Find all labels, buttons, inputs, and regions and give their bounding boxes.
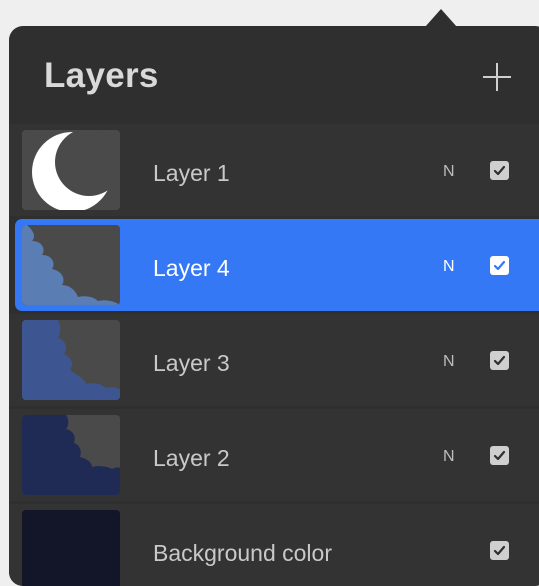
layer-list: Layer 1 N Layer 4 N Layer 3 N Layer 2 N …	[9, 124, 539, 586]
blend-mode-button[interactable]: N	[443, 353, 455, 371]
blend-mode-button[interactable]: N	[443, 163, 455, 181]
cloud-thumbnail-icon	[22, 225, 120, 305]
blend-mode-button[interactable]: N	[443, 258, 455, 276]
cloud-thumbnail-icon	[22, 415, 120, 495]
popover-pointer	[425, 9, 457, 27]
layer-thumbnail[interactable]	[22, 320, 120, 400]
background-color-row[interactable]: Background color	[9, 504, 539, 586]
layer-name: Layer 4	[153, 255, 230, 281]
moon-thumbnail-icon	[22, 130, 120, 210]
cloud-thumbnail-icon	[22, 320, 120, 400]
checkmark-icon	[493, 545, 506, 556]
visibility-checkbox[interactable]	[490, 256, 509, 275]
blend-mode-button[interactable]: N	[443, 448, 455, 466]
plus-icon	[483, 63, 511, 91]
layer-row[interactable]: Layer 1 N	[9, 124, 539, 216]
layer-row[interactable]: Layer 2 N	[9, 409, 539, 501]
visibility-checkbox[interactable]	[490, 446, 509, 465]
layer-name: Layer 1	[153, 160, 230, 186]
layer-row-selected[interactable]: Layer 4 N	[15, 219, 539, 311]
layer-thumbnail[interactable]	[22, 130, 120, 210]
layer-name: Layer 3	[153, 350, 230, 376]
layer-name: Layer 2	[153, 445, 230, 471]
visibility-checkbox[interactable]	[490, 541, 509, 560]
checkmark-icon	[493, 450, 506, 461]
checkmark-icon	[493, 355, 506, 366]
layer-thumbnail[interactable]	[22, 225, 120, 305]
layer-row[interactable]: Layer 3 N	[9, 314, 539, 406]
checkmark-icon	[493, 165, 506, 176]
layer-thumbnail[interactable]	[22, 415, 120, 495]
add-layer-button[interactable]	[479, 59, 515, 95]
checkmark-icon	[493, 260, 506, 271]
visibility-checkbox[interactable]	[490, 161, 509, 180]
panel-title: Layers	[44, 56, 159, 95]
layer-name: Background color	[153, 540, 332, 566]
layers-panel: Layers Layer 1 N Layer 4 N Layer 3 N Lay…	[9, 26, 539, 586]
visibility-checkbox[interactable]	[490, 351, 509, 370]
